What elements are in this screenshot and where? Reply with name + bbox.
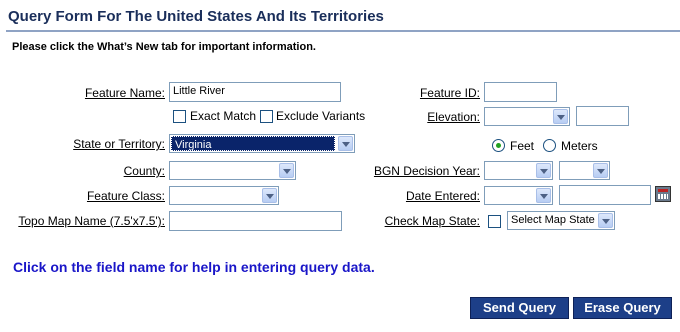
state-select[interactable]: Virginia <box>169 134 355 153</box>
help-text: Click on the field name for help in ente… <box>13 259 375 275</box>
notice-text: Please click the What’s New tab for impo… <box>12 41 316 53</box>
map-state-select-value: Select Map State <box>511 214 595 226</box>
state-select-value: Virginia <box>171 136 335 151</box>
feature-name-input[interactable]: Little River <box>169 82 341 102</box>
chevron-down-icon[interactable] <box>338 136 353 151</box>
page-title: Query Form For The United States And Its… <box>8 8 384 25</box>
chevron-down-icon[interactable] <box>593 163 608 178</box>
chevron-down-icon[interactable] <box>262 188 277 203</box>
feet-label: Feet <box>510 139 535 153</box>
chevron-down-icon[interactable] <box>279 163 294 178</box>
exact-match-checkbox[interactable] <box>173 110 186 123</box>
elevation-label[interactable]: Elevation: <box>380 110 480 124</box>
meters-radio[interactable] <box>543 139 556 152</box>
bgn-year-label[interactable]: BGN Decision Year: <box>360 164 480 178</box>
date-entered-input[interactable] <box>559 185 651 205</box>
date-entered-operator-value <box>485 187 534 204</box>
exclude-variants-label: Exclude Variants <box>276 109 366 123</box>
map-state-checkbox[interactable] <box>488 215 501 228</box>
bgn-year-select[interactable] <box>559 161 610 180</box>
exclude-variants-checkbox[interactable] <box>260 110 273 123</box>
feature-class-select-value <box>170 187 260 204</box>
feature-id-input[interactable] <box>484 82 557 102</box>
chevron-down-icon[interactable] <box>598 213 613 228</box>
feet-radio[interactable] <box>492 139 505 152</box>
elevation-operator-select[interactable] <box>484 107 570 126</box>
bgn-year-operator-select[interactable] <box>484 161 553 180</box>
chevron-down-icon[interactable] <box>536 188 551 203</box>
feature-name-label[interactable]: Feature Name: <box>40 86 165 100</box>
chevron-down-icon[interactable] <box>536 163 551 178</box>
title-divider <box>6 30 680 32</box>
feature-id-label[interactable]: Feature ID: <box>380 86 480 100</box>
county-select-value <box>170 162 277 179</box>
topo-map-input[interactable] <box>169 211 342 231</box>
meters-label: Meters <box>561 139 598 153</box>
exact-match-label: Exact Match <box>190 109 257 123</box>
send-query-button[interactable]: Send Query <box>470 297 569 319</box>
calendar-icon[interactable] <box>655 186 671 202</box>
bgn-year-value <box>560 162 591 179</box>
map-state-label[interactable]: Check Map State: <box>370 214 480 228</box>
state-label[interactable]: State or Territory: <box>20 137 165 151</box>
erase-query-button[interactable]: Erase Query <box>573 297 672 319</box>
topo-map-label[interactable]: Topo Map Name (7.5'x7.5'): <box>10 214 165 228</box>
date-entered-label[interactable]: Date Entered: <box>380 189 480 203</box>
map-state-select[interactable]: Select Map State <box>507 211 615 230</box>
date-entered-operator-select[interactable] <box>484 186 553 205</box>
chevron-down-icon[interactable] <box>553 109 568 124</box>
bgn-year-operator-value <box>485 162 534 179</box>
feature-class-select[interactable] <box>169 186 279 205</box>
elevation-input[interactable] <box>576 106 629 126</box>
feature-class-label[interactable]: Feature Class: <box>40 189 165 203</box>
elevation-operator-value <box>485 108 551 125</box>
county-label[interactable]: County: <box>40 164 165 178</box>
county-select[interactable] <box>169 161 296 180</box>
